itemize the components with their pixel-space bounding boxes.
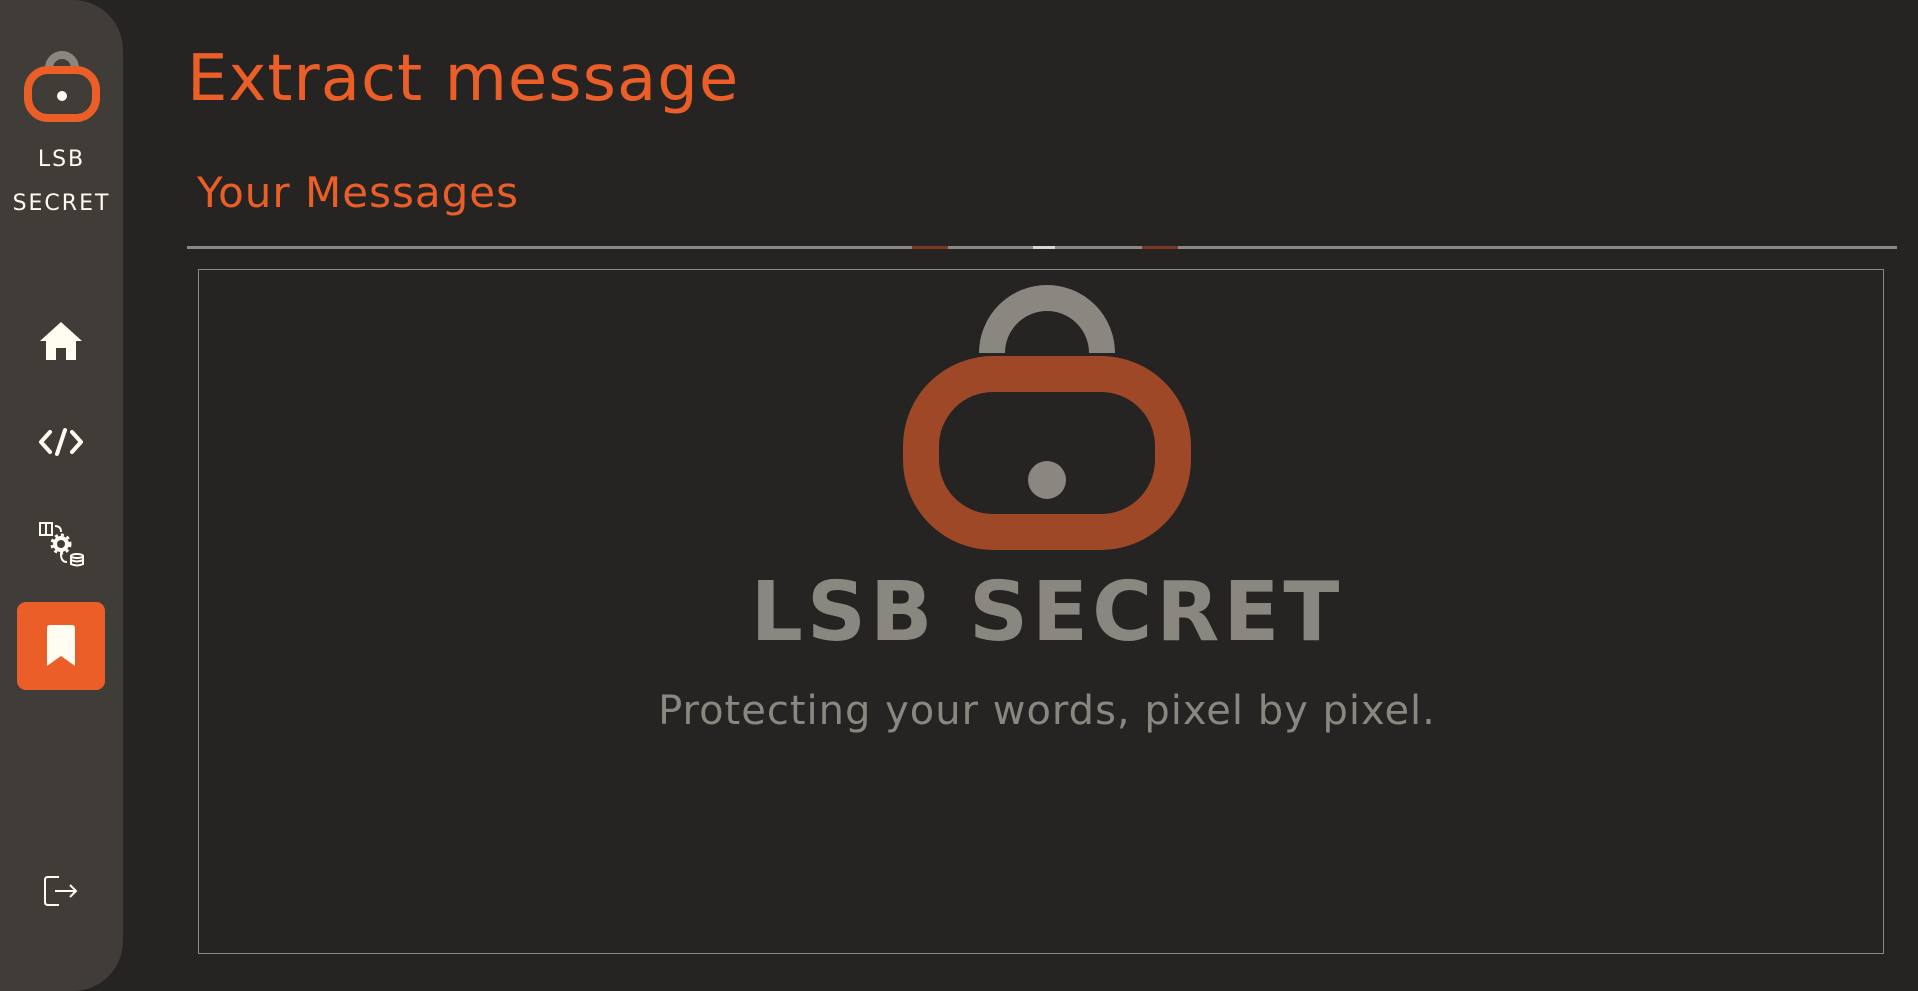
logout-icon bbox=[44, 876, 78, 906]
section-title: Your Messages bbox=[197, 168, 519, 217]
lock-logo-icon bbox=[23, 51, 100, 122]
watermark-title: LSB SECRET bbox=[750, 565, 1344, 660]
brand[interactable]: LSB SECRET bbox=[0, 48, 123, 226]
home-icon bbox=[40, 322, 82, 360]
watermark-logo bbox=[900, 285, 1194, 559]
watermark-tagline: Protecting your words, pixel by pixel. bbox=[658, 688, 1436, 734]
section-divider bbox=[187, 246, 1897, 249]
sidebar-item-encode[interactable] bbox=[17, 398, 105, 486]
code-icon bbox=[39, 428, 83, 456]
logout-button[interactable] bbox=[17, 847, 105, 935]
data-transfer-settings-icon bbox=[39, 522, 84, 567]
sidebar-item-home[interactable] bbox=[17, 297, 105, 385]
sidebar: LSB SECRET bbox=[0, 0, 123, 991]
lock-watermark-icon bbox=[903, 285, 1191, 550]
brand-name: LSB SECRET bbox=[12, 147, 111, 216]
page-title: Extract message bbox=[187, 42, 740, 116]
